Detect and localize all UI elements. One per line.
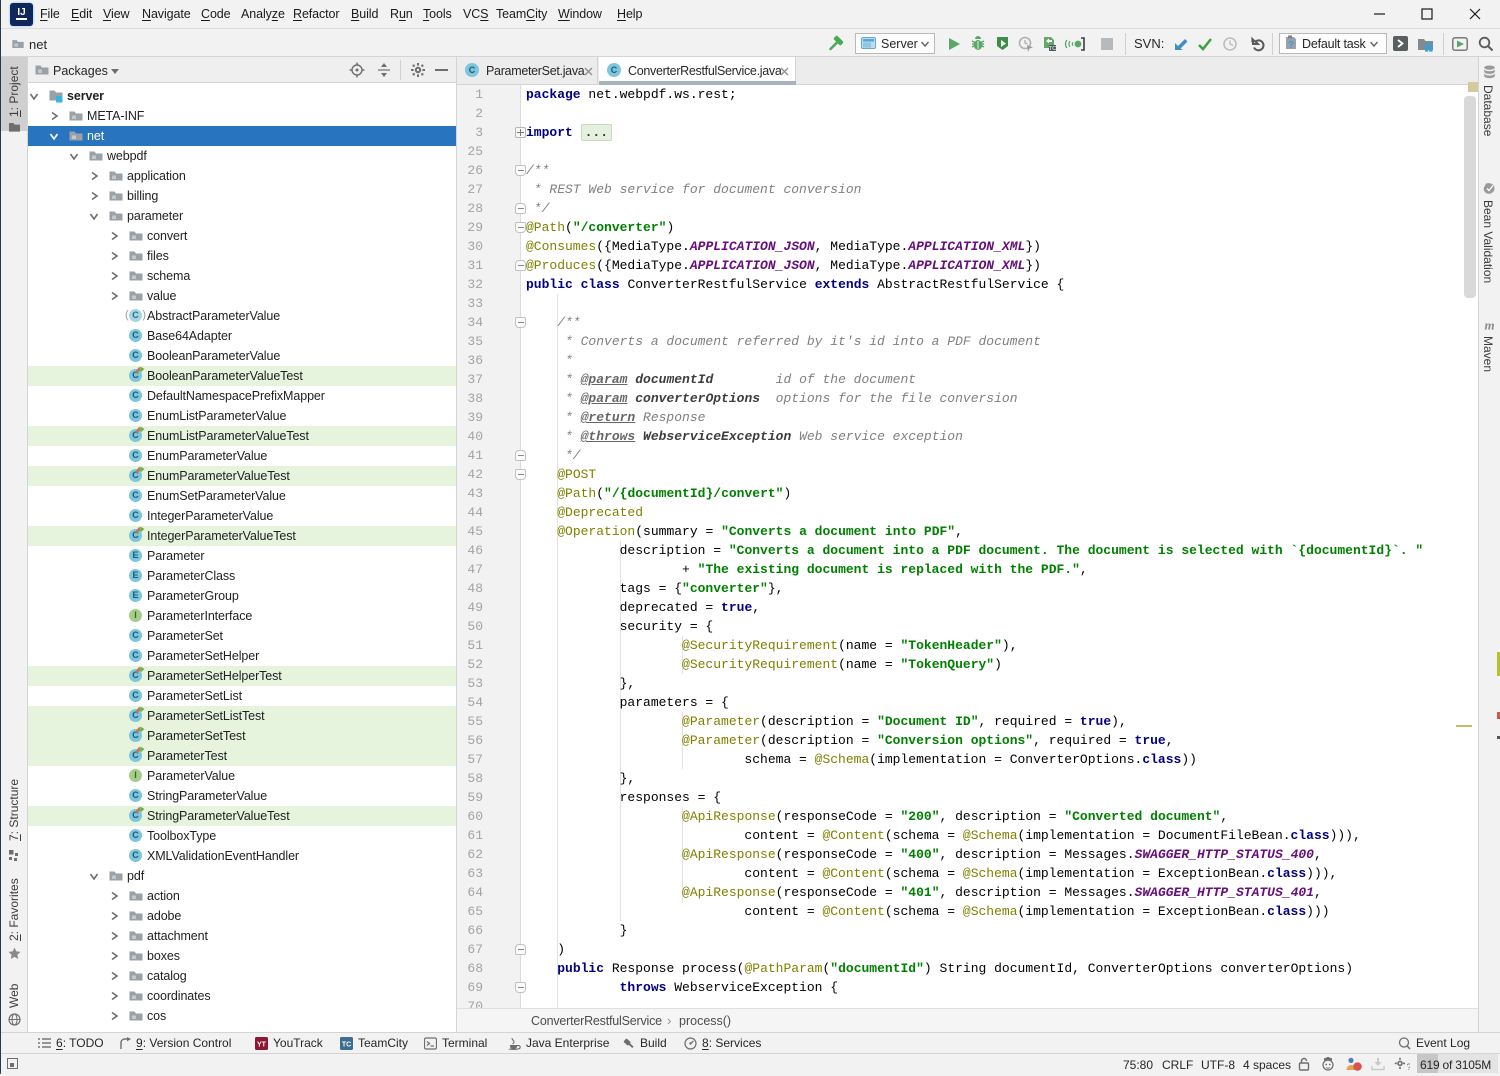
svg-text:m: m xyxy=(1484,319,1494,331)
svg-text:YT: YT xyxy=(257,1041,267,1048)
svg-text:TC: TC xyxy=(1049,46,1056,52)
svg-text:TC: TC xyxy=(342,1041,351,1048)
svg-text:?: ? xyxy=(1407,1062,1411,1071)
svg-text:?: ? xyxy=(1288,40,1294,51)
